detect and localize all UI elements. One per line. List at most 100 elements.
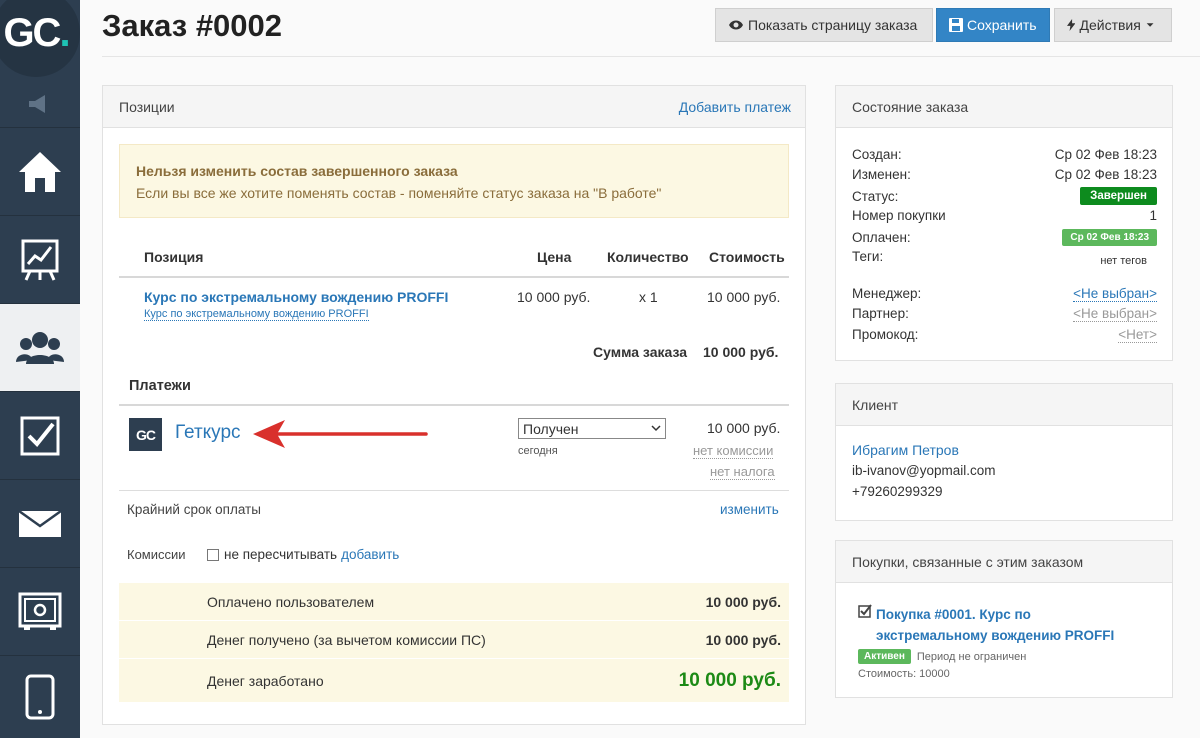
chart-icon bbox=[21, 239, 59, 281]
item-quantity: x 1 bbox=[639, 289, 658, 305]
purchase-number-row: Номер покупки 1 bbox=[852, 208, 1157, 223]
add-payment-link[interactable]: Добавить платеж bbox=[679, 99, 791, 115]
order-sum-value: 10 000 руб. bbox=[703, 344, 779, 360]
promo-row: Промокод: <Нет> bbox=[852, 327, 1157, 343]
sidebar-item-home[interactable] bbox=[0, 128, 80, 216]
sidebar-item-sales[interactable] bbox=[0, 568, 80, 656]
home-icon bbox=[19, 151, 61, 192]
partner-label: Партнер: bbox=[852, 306, 909, 321]
no-recalc-label: не пересчитывать bbox=[224, 547, 338, 562]
purchase-link[interactable]: Покупка #0001. Курс по экстремальному во… bbox=[876, 604, 1114, 646]
client-phone: +79260299329 bbox=[852, 484, 943, 499]
money-received-value: 10 000 руб. bbox=[705, 631, 781, 648]
promo-select[interactable]: <Нет> bbox=[1118, 327, 1157, 343]
purchases-header: Покупки, связанные с этим заказом bbox=[836, 541, 1172, 583]
table-header-divider bbox=[119, 276, 789, 278]
changed-label: Изменен: bbox=[852, 167, 911, 182]
caret-down-icon bbox=[1146, 23, 1154, 27]
floppy-icon bbox=[949, 18, 963, 32]
payment-status-select[interactable]: Получен bbox=[518, 418, 666, 439]
item-price: 10 000 руб. bbox=[517, 289, 591, 305]
arrow-annotation-icon bbox=[253, 420, 428, 448]
header-divider bbox=[102, 56, 1200, 57]
money-earned-value: 10 000 руб. bbox=[678, 669, 781, 691]
payment-amount: 10 000 руб. bbox=[707, 420, 781, 436]
created-row: Создан: Ср 02 Фев 18:23 bbox=[852, 147, 1157, 162]
paid-label: Оплачен: bbox=[852, 230, 911, 245]
sidebar-item-mobile[interactable] bbox=[0, 656, 80, 738]
deadline-divider bbox=[119, 490, 789, 491]
save-button[interactable]: Сохранить bbox=[936, 8, 1050, 42]
client-email: ib-ivanov@yopmail.com bbox=[852, 463, 996, 478]
sidebar-item-statistics[interactable] bbox=[0, 216, 80, 304]
sidebar-item-announcements[interactable] bbox=[0, 80, 80, 128]
positions-panel-header: Позиции Добавить платеж bbox=[103, 86, 805, 128]
order-state-header: Состояние заказа bbox=[836, 86, 1172, 128]
tags-value: нет тегов bbox=[1100, 255, 1147, 267]
commission-label: Комиссии bbox=[127, 547, 186, 562]
sidebar-item-tasks[interactable] bbox=[0, 392, 80, 480]
sidebar-item-users[interactable] bbox=[0, 304, 80, 392]
item-name-link[interactable]: Курс по экстремальному вождению PROFFI bbox=[144, 289, 448, 305]
manager-select[interactable]: <Не выбран> bbox=[1073, 286, 1157, 302]
main-content: Заказ #0002 Показать страницу заказа Сох… bbox=[80, 0, 1200, 738]
partner-select[interactable]: <Не выбран> bbox=[1073, 306, 1157, 322]
megaphone-icon bbox=[29, 94, 45, 113]
created-value: Ср 02 Фев 18:23 bbox=[1054, 147, 1157, 162]
tags-label: Теги: bbox=[852, 249, 884, 264]
logo[interactable]: GC. bbox=[0, 0, 80, 80]
purchase-link-line2: экстремальному вождению PROFFI bbox=[876, 628, 1115, 643]
manager-label: Менеджер: bbox=[852, 286, 922, 301]
sidebar: GC. bbox=[0, 0, 80, 738]
order-sum-label: Сумма заказа bbox=[593, 344, 688, 360]
col-cost: Стоимость bbox=[709, 249, 785, 265]
positions-panel: Позиции Добавить платеж Нельзя изменить … bbox=[102, 85, 806, 725]
purchase-number-label: Номер покупки bbox=[852, 208, 946, 223]
positions-title: Позиции bbox=[119, 98, 175, 115]
col-price: Цена bbox=[537, 249, 572, 265]
status-row: Статус: Завершен bbox=[852, 187, 1157, 205]
mobile-icon bbox=[25, 674, 55, 720]
no-tax-link[interactable]: нет налога bbox=[710, 464, 775, 480]
client-title: Клиент bbox=[852, 396, 899, 413]
logo-badge: GC. bbox=[0, 0, 80, 77]
actions-dropdown-button[interactable]: Действия bbox=[1054, 8, 1172, 42]
manager-row: Менеджер: <Не выбран> bbox=[852, 286, 1157, 302]
provider-logo: GC bbox=[129, 418, 162, 451]
paid-by-user-label: Оплачено пользователем bbox=[207, 593, 375, 610]
chevron-down-icon bbox=[651, 425, 661, 432]
item-sub-link[interactable]: Курс по экстремальному вождению PROFFI bbox=[144, 308, 369, 321]
changed-row: Изменен: Ср 02 Фев 18:23 bbox=[852, 167, 1157, 182]
client-panel: Клиент Ибрагим Петров ib-ivanov@yopmail.… bbox=[835, 383, 1173, 521]
warning-alert: Нельзя изменить состав завершенного зака… bbox=[119, 144, 789, 218]
money-received-label: Денег получено (за вычетом комиссии ПС) bbox=[207, 631, 486, 648]
show-order-page-button[interactable]: Показать страницу заказа bbox=[715, 8, 933, 42]
paid-badge: Ср 02 Фев 18:23 bbox=[1062, 229, 1157, 246]
payments-title: Платежи bbox=[129, 378, 191, 394]
sidebar-item-messages[interactable] bbox=[0, 480, 80, 568]
money-earned-row: Денег заработано 10 000 руб. bbox=[119, 658, 789, 702]
money-earned-label: Денег заработано bbox=[207, 672, 324, 689]
provider-logo-text: GC bbox=[136, 426, 156, 443]
tags-row: Теги: нет тегов bbox=[852, 249, 1157, 267]
purchases-panel: Покупки, связанные с этим заказом Покупк… bbox=[835, 540, 1173, 698]
payments-divider bbox=[119, 404, 789, 406]
provider-name-link[interactable]: Геткурс bbox=[175, 422, 241, 444]
order-state-panel: Состояние заказа Создан: Ср 02 Фев 18:23… bbox=[835, 85, 1173, 361]
eye-icon bbox=[729, 20, 743, 30]
status-label: Статус: bbox=[852, 188, 899, 204]
safe-icon bbox=[18, 592, 62, 630]
client-name-link[interactable]: Ибрагим Петров bbox=[852, 442, 959, 458]
purchase-link-line1: Покупка #0001. Курс по bbox=[876, 607, 1031, 622]
actions-label: Действия bbox=[1079, 17, 1141, 33]
add-commission-link[interactable]: добавить bbox=[341, 547, 399, 562]
no-commission-link[interactable]: нет комиссии bbox=[693, 443, 774, 459]
deadline-change-link[interactable]: изменить bbox=[720, 502, 779, 517]
paid-by-user-row: Оплачено пользователем 10 000 руб. bbox=[119, 582, 789, 620]
no-recalc-row: не пересчитывать добавить bbox=[207, 547, 399, 562]
check-square-icon bbox=[858, 604, 872, 618]
deadline-label: Крайний срок оплаты bbox=[127, 502, 261, 517]
no-recalc-checkbox[interactable] bbox=[207, 548, 219, 561]
purchase-number-value: 1 bbox=[1149, 208, 1157, 223]
promo-label: Промокод: bbox=[852, 327, 919, 342]
